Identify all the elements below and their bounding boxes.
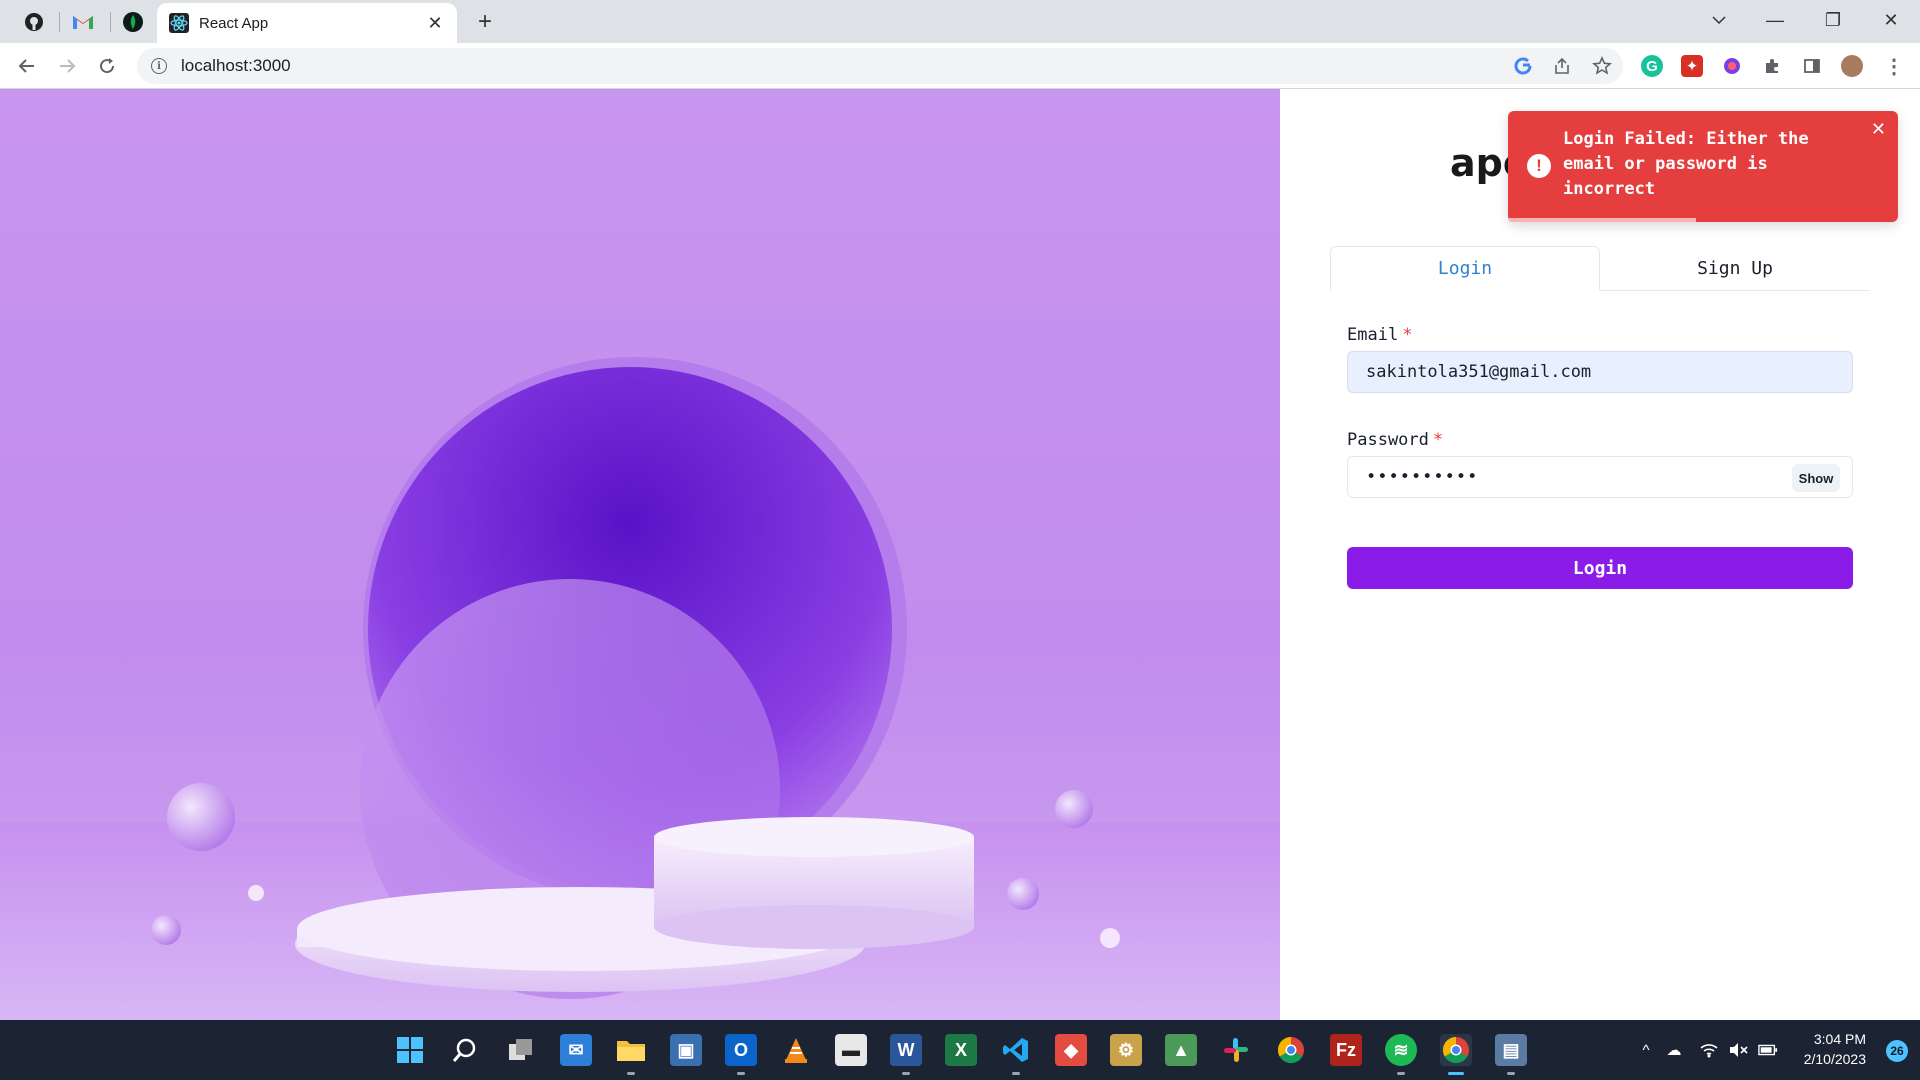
- email-field[interactable]: sakintola351@gmail.com: [1347, 351, 1853, 393]
- git-client-icon[interactable]: ◆: [1055, 1034, 1087, 1066]
- tab-login[interactable]: Login: [1330, 246, 1600, 291]
- volume-muted-icon[interactable]: [1728, 1040, 1748, 1060]
- arrow-left-icon: [18, 59, 34, 73]
- system-clock[interactable]: 3:04 PM 2/10/2023: [1804, 1029, 1866, 1069]
- spotify-icon[interactable]: ≋: [1385, 1034, 1417, 1066]
- word-icon[interactable]: W: [890, 1034, 922, 1066]
- grammarly-icon[interactable]: G: [1641, 55, 1663, 77]
- pinned-tab-mongodb[interactable]: [111, 6, 155, 38]
- file-explorer-icon[interactable]: [615, 1034, 647, 1066]
- vscode-icon[interactable]: [1000, 1034, 1032, 1066]
- clock-date: 2/10/2023: [1803, 1051, 1866, 1067]
- mongodb-icon: [123, 12, 143, 32]
- google-lens-icon[interactable]: [1512, 55, 1534, 77]
- chrome-active-icon[interactable]: [1440, 1034, 1472, 1066]
- podium-illustration: [151, 357, 1120, 999]
- browser-tab-bar: React App ✕ + — ❐ ✕: [0, 0, 1920, 43]
- network-app-icon[interactable]: ▤: [1495, 1034, 1527, 1066]
- close-window-button[interactable]: ✕: [1871, 4, 1911, 36]
- image-viewer-icon[interactable]: ▲: [1165, 1034, 1197, 1066]
- password-label: Password *: [1347, 430, 1444, 450]
- email-label: Email *: [1347, 325, 1413, 345]
- task-view-icon[interactable]: [505, 1034, 537, 1066]
- terminal-icon[interactable]: ▬: [835, 1034, 867, 1066]
- chrome-icon[interactable]: [1275, 1034, 1307, 1066]
- outlook-icon[interactable]: O: [725, 1034, 757, 1066]
- password-field[interactable]: •••••••••• Show: [1347, 456, 1853, 498]
- remote-desktop-icon[interactable]: ▣: [670, 1034, 702, 1066]
- reload-icon: [100, 58, 115, 74]
- forward-button[interactable]: [52, 51, 82, 81]
- login-submit-button[interactable]: Login: [1347, 547, 1853, 589]
- wifi-icon[interactable]: [1699, 1040, 1719, 1060]
- side-panel-icon[interactable]: [1801, 55, 1823, 77]
- tab-sign-up[interactable]: Sign Up: [1600, 246, 1870, 291]
- notification-badge[interactable]: 26: [1886, 1040, 1908, 1062]
- filezilla-icon[interactable]: Fz: [1330, 1034, 1362, 1066]
- extension-red-icon[interactable]: ✦: [1681, 55, 1703, 77]
- pinned-tab-gmail[interactable]: [61, 6, 105, 38]
- onedrive-icon[interactable]: ☁: [1664, 1040, 1684, 1060]
- password-masked-value: ••••••••••: [1366, 467, 1479, 487]
- login-panel: ape Login Sign Up Email * sakintola351@gm…: [1280, 89, 1920, 1020]
- mail-icon[interactable]: ✉: [560, 1034, 592, 1066]
- email-value: sakintola351@gmail.com: [1366, 362, 1592, 382]
- restore-button[interactable]: ❐: [1813, 4, 1853, 36]
- site-info-icon[interactable]: i: [151, 58, 167, 74]
- arrow-right-icon: [60, 59, 76, 73]
- chevron-up-icon[interactable]: ^: [1636, 1040, 1656, 1060]
- tab-react-app[interactable]: React App ✕: [157, 3, 457, 43]
- share-icon[interactable]: [1551, 55, 1573, 77]
- address-bar[interactable]: i localhost:3000: [137, 48, 1623, 84]
- url-text: localhost:3000: [181, 56, 291, 75]
- gmail-icon: [73, 16, 93, 29]
- excel-icon[interactable]: X: [945, 1034, 977, 1066]
- tab-search-icon[interactable]: [1699, 4, 1739, 36]
- auth-tabs: Login Sign Up: [1330, 246, 1870, 291]
- clock-time: 3:04 PM: [1813, 1031, 1866, 1047]
- pinned-tab-github[interactable]: [12, 6, 56, 38]
- color-picker-icon[interactable]: [1721, 55, 1743, 77]
- extensions-puzzle-icon[interactable]: [1761, 55, 1783, 77]
- close-tab-icon[interactable]: ✕: [425, 13, 445, 34]
- search-icon[interactable]: [449, 1034, 481, 1066]
- taskbar: ✉ ▣ O ▬ W X ◆ ⚙ ▲ Fz ≋ ▤ ^ ☁ 3:04 PM 2/1…: [0, 1020, 1920, 1080]
- toast-message: Login Failed: Either the email or passwo…: [1563, 129, 1809, 199]
- show-password-button[interactable]: Show: [1792, 464, 1840, 492]
- tools-app-icon[interactable]: ⚙: [1110, 1034, 1142, 1066]
- back-button[interactable]: [12, 51, 42, 81]
- github-icon: [25, 13, 43, 31]
- chrome-menu-icon[interactable]: ⋮: [1883, 55, 1905, 78]
- alert-icon: !: [1527, 154, 1551, 178]
- minimize-button[interactable]: —: [1755, 4, 1795, 36]
- hero-image: [0, 89, 1280, 1020]
- slack-icon[interactable]: [1220, 1034, 1252, 1066]
- error-toast: ! Login Failed: Either the email or pass…: [1508, 111, 1898, 222]
- page-content: ape Login Sign Up Email * sakintola351@gm…: [0, 89, 1920, 1020]
- profile-avatar[interactable]: [1841, 55, 1863, 77]
- toast-progress-bar: [1508, 218, 1696, 222]
- browser-toolbar: i localhost:3000 G ✦ ⋮: [0, 43, 1920, 89]
- reload-button[interactable]: [92, 51, 122, 81]
- windows-start-icon[interactable]: [394, 1034, 426, 1066]
- close-toast-icon[interactable]: ✕: [1871, 119, 1886, 140]
- battery-icon[interactable]: [1758, 1040, 1778, 1060]
- react-icon: [169, 13, 189, 33]
- tab-title: React App: [199, 14, 269, 32]
- bookmark-star-icon[interactable]: [1591, 55, 1613, 77]
- vlc-icon[interactable]: [780, 1034, 812, 1066]
- new-tab-button[interactable]: +: [470, 7, 500, 37]
